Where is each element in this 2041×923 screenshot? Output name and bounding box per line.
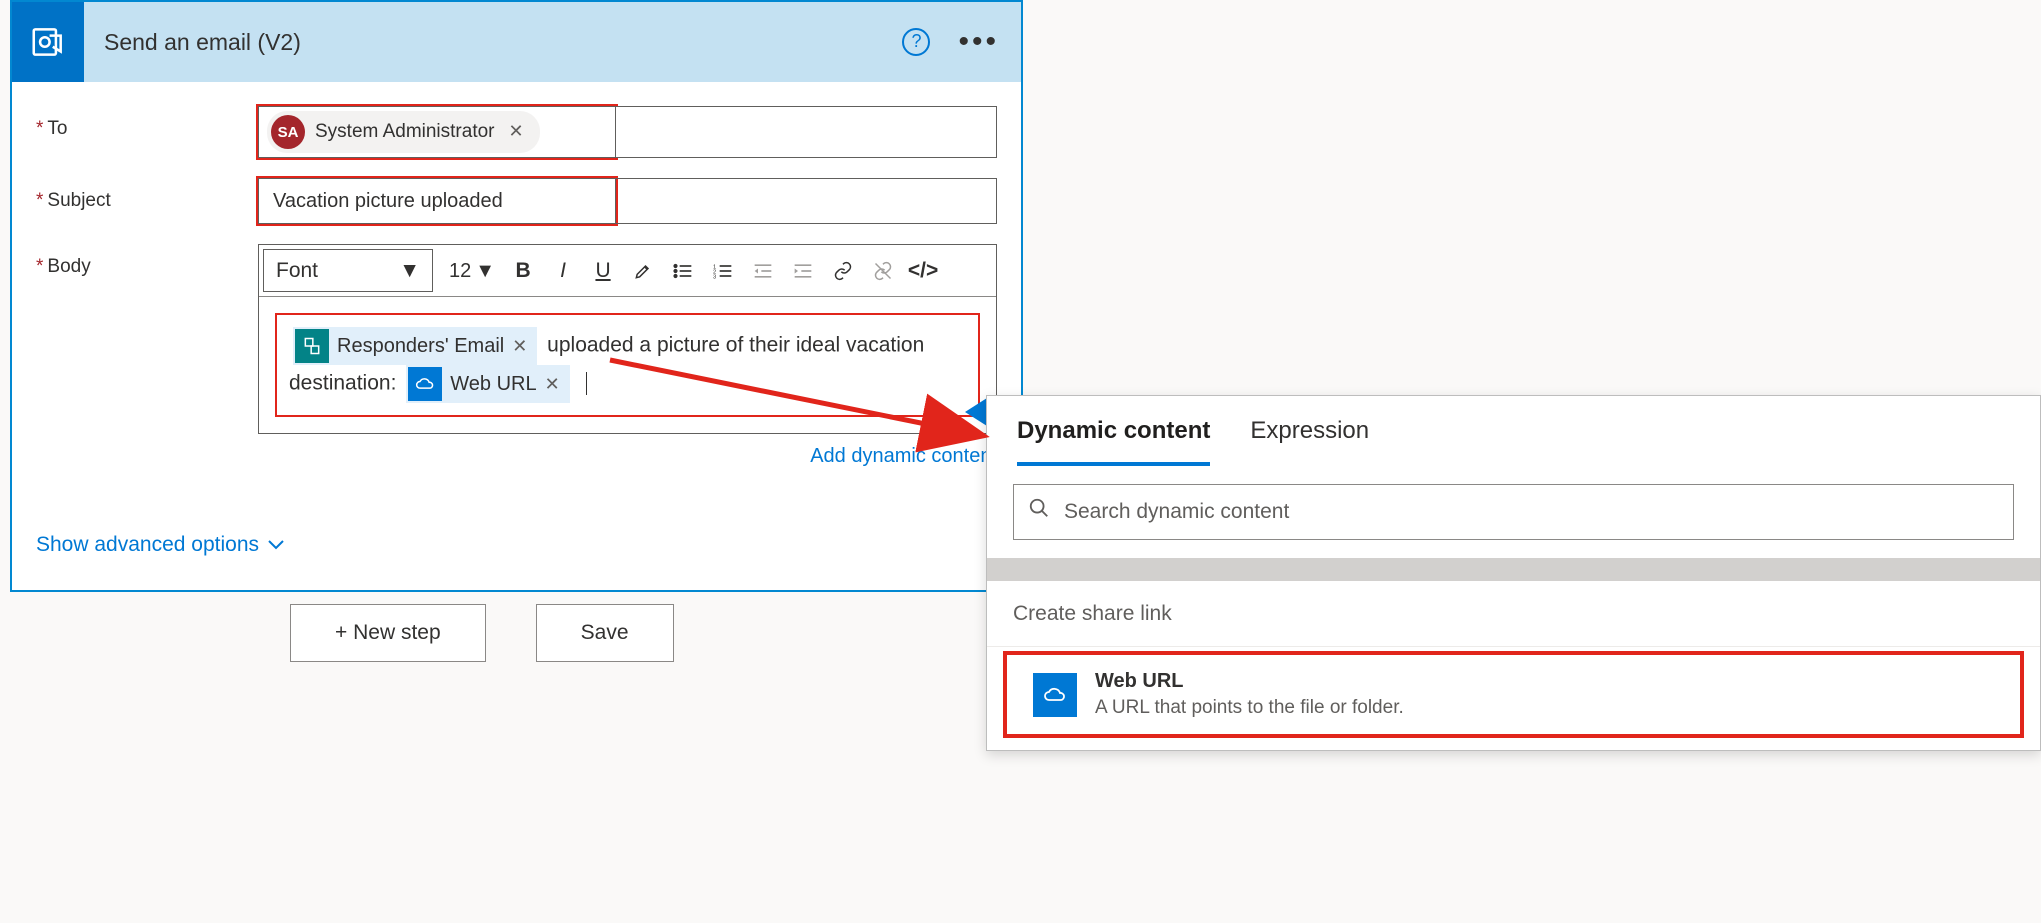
tab-dynamic-content[interactable]: Dynamic content [1017,414,1210,466]
dynamic-item-subtitle: A URL that points to the file or folder. [1095,695,1404,722]
add-dynamic-content-link[interactable]: Add dynamic content [258,442,997,470]
more-menu-icon[interactable]: ••• [958,21,999,63]
chevron-down-icon: ▼ [399,256,420,285]
font-dropdown[interactable]: Font ▼ [263,249,433,292]
tab-expression[interactable]: Expression [1250,414,1369,466]
dynamic-item-web-url[interactable]: Web URL A URL that points to the file or… [1005,653,2022,736]
outlook-icon [12,2,84,82]
show-advanced-options[interactable]: Show advanced options [36,530,997,559]
remove-token-icon[interactable]: ✕ [512,334,527,359]
dynamic-search-input[interactable]: Search dynamic content [1013,484,2014,540]
color-picker-button[interactable] [623,252,663,290]
unlink-button[interactable] [863,252,903,290]
numbered-list-button[interactable]: 123 [703,252,743,290]
card-header[interactable]: Send an email (V2) ? ••• [12,2,1021,82]
dynamic-item-title: Web URL [1095,667,1404,695]
forms-icon [295,329,329,363]
label-subject: *Subject [36,178,258,215]
dynamic-group-header: Create share link [987,580,2040,647]
onedrive-icon [408,367,442,401]
dynamic-content-panel: Dynamic content Expression Search dynami… [986,395,2041,751]
avatar: SA [271,115,305,149]
code-view-button[interactable]: </> [903,252,943,290]
card-title: Send an email (V2) [104,26,301,58]
editor-toolbar: Font ▼ 12▼ B I U [259,245,996,297]
action-card-send-email: Send an email (V2) ? ••• *To SA System A… [10,0,1023,592]
italic-button[interactable]: I [543,252,583,290]
indent-button[interactable] [783,252,823,290]
flyout-beak-icon [965,398,987,426]
svg-text:3: 3 [713,274,716,280]
help-icon[interactable]: ? [902,28,930,56]
subject-input[interactable] [616,178,997,224]
recipient-pill[interactable]: SA System Administrator ✕ [267,111,540,153]
to-input[interactable] [616,106,997,158]
search-icon [1028,497,1050,527]
onedrive-icon [1033,673,1077,717]
to-field-token-area[interactable]: SA System Administrator ✕ [258,106,616,158]
bold-button[interactable]: B [503,252,543,290]
rich-text-editor[interactable]: Font ▼ 12▼ B I U [258,244,997,434]
token-responders-email[interactable]: Responders' Email ✕ [293,327,537,365]
remove-token-icon[interactable]: ✕ [545,372,560,397]
bullet-list-button[interactable] [663,252,703,290]
chevron-down-icon [267,530,285,559]
font-size-dropdown[interactable]: 12▼ [441,251,503,291]
label-body: *Body [36,244,258,281]
remove-recipient-icon[interactable]: ✕ [505,119,528,144]
underline-button[interactable]: U [583,252,623,290]
body-content[interactable]: Responders' Email ✕ uploaded a picture o… [275,313,980,417]
token-web-url[interactable]: Web URL ✕ [406,365,569,403]
recipient-name: System Administrator [315,119,495,146]
subject-input-highlight[interactable]: Vacation picture uploaded [258,178,616,224]
outdent-button[interactable] [743,252,783,290]
label-to: *To [36,106,258,143]
save-button[interactable]: Save [536,604,674,662]
new-step-button[interactable]: + New step [290,604,486,662]
link-button[interactable] [823,252,863,290]
search-placeholder: Search dynamic content [1064,497,1289,526]
